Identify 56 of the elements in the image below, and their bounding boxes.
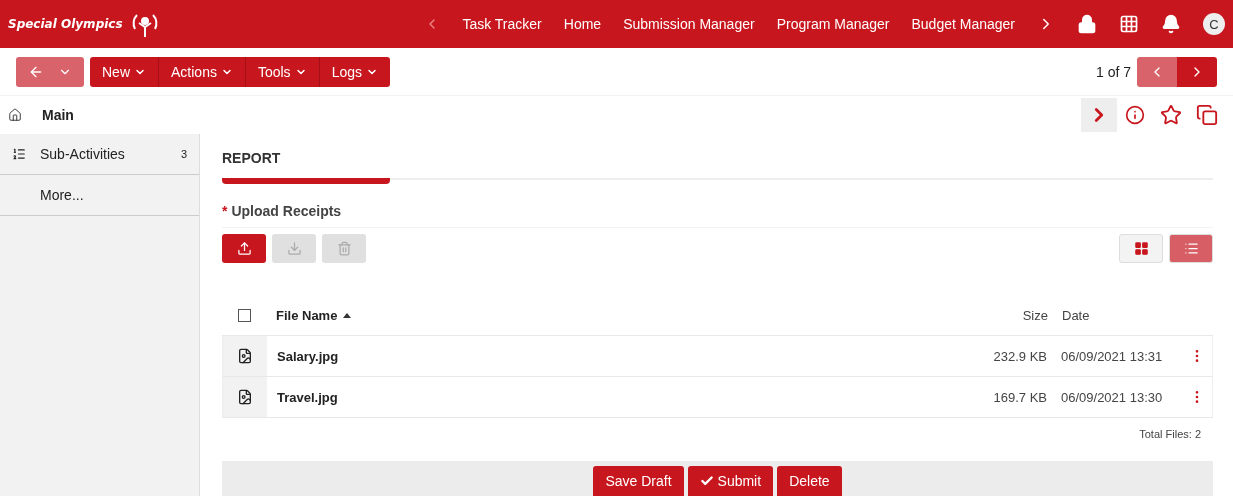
file-name[interactable]: Salary.jpg <box>267 348 967 364</box>
file-image-icon <box>237 389 253 405</box>
sidebar-item[interactable]: Sub-Activities 3 <box>0 134 199 175</box>
nav-link[interactable]: Budget Manager <box>911 16 1015 32</box>
trash-icon <box>336 241 352 256</box>
pager-text: 1 of 7 <box>1095 63 1131 80</box>
file-date: 06/09/2021 13:30 <box>1060 389 1164 405</box>
sort-ascending-icon <box>343 312 352 318</box>
select-all-checkbox[interactable] <box>237 308 251 322</box>
item-count: 3 <box>180 148 187 160</box>
star-icon <box>1160 104 1182 126</box>
grid-view-button[interactable] <box>1119 234 1163 263</box>
apps-grid-icon[interactable] <box>1119 14 1139 34</box>
grid-icon <box>1133 241 1149 256</box>
user-avatar[interactable]: C <box>1203 13 1225 35</box>
nav-link[interactable]: Submission Manager <box>623 16 755 32</box>
info-icon <box>1125 105 1145 125</box>
column-header[interactable]: Date <box>1048 307 1183 323</box>
breadcrumb-title: Main <box>42 107 74 123</box>
column-header[interactable]: File Name <box>266 307 968 323</box>
sidebar-item[interactable]: More... <box>0 175 199 216</box>
upload-button[interactable] <box>222 234 266 263</box>
sidebar-label: Sub-Activities <box>40 146 125 162</box>
nav-link[interactable]: Home <box>563 16 602 32</box>
menu-button[interactable]: Actions <box>158 56 245 87</box>
list-view-button[interactable] <box>1169 234 1213 263</box>
download-icon <box>286 241 302 256</box>
file-name[interactable]: Travel.jpg <box>267 389 967 405</box>
file-image-icon <box>237 348 253 364</box>
brand-logo: Special Olympics <box>8 17 123 31</box>
total-files: Total Files: 2 <box>1138 427 1202 440</box>
nav-link[interactable]: Program Manager <box>776 16 890 32</box>
submit-button[interactable]: Submit <box>687 466 774 496</box>
copy-icon <box>1196 104 1218 126</box>
section-title: REPORT <box>222 149 282 168</box>
file-size: 169.7 KB <box>992 389 1047 405</box>
file-size: 232.9 KB <box>992 348 1047 364</box>
file-date: 06/09/2021 13:31 <box>1060 348 1164 364</box>
menu-button[interactable]: Tools <box>244 56 319 87</box>
check-icon <box>699 474 714 488</box>
bell-icon[interactable] <box>1161 14 1181 34</box>
list-icon <box>1183 241 1199 256</box>
nav-link[interactable]: Task Tracker <box>462 16 542 32</box>
upload-icon <box>236 241 252 256</box>
expand-button[interactable] <box>1081 98 1117 132</box>
home-icon[interactable] <box>8 108 22 122</box>
next-button[interactable] <box>1177 56 1217 87</box>
sidebar-label: More... <box>40 187 84 203</box>
save-button[interactable]: Save Draft <box>593 466 684 496</box>
menu-button[interactable]: Logs <box>318 56 390 87</box>
menu-button[interactable]: New <box>90 56 158 87</box>
field-label: * Upload Receipts <box>222 183 1213 228</box>
delete-button[interactable]: Delete <box>777 466 842 496</box>
column-header[interactable]: Size <box>968 307 1048 323</box>
list-icon <box>12 147 26 161</box>
lock-icon[interactable] <box>1077 14 1097 34</box>
